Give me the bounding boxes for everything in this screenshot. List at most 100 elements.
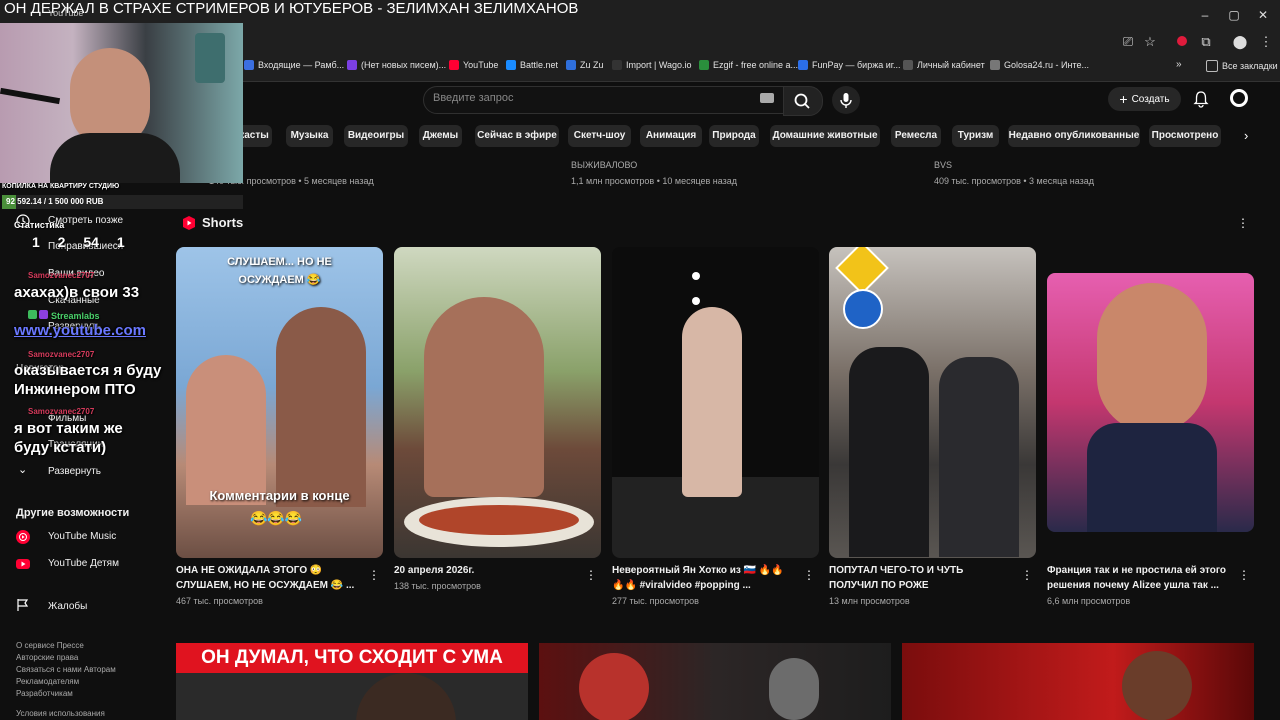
close-window-icon[interactable]: ✕ [1254,6,1272,24]
chat-link[interactable]: www.youtube.com [14,322,146,339]
bookmark-favicon-icon [798,60,808,70]
voice-search-button[interactable] [832,86,860,114]
stream-title: ОН ДЕРЖАЛ В СТРАХЕ СТРИМЕРОВ И ЮТУБЕРОВ … [4,0,579,17]
video-channel[interactable]: BVS [934,160,952,170]
sidebar-expand-button[interactable]: Развернуть [48,466,101,477]
bookmark-label: Ezgif - free online a... [713,60,799,70]
video-stats: 409 тыс. просмотров • 3 месяца назад [934,176,1095,186]
filter-chip[interactable]: Видеоигры [344,125,408,147]
bookmark-item[interactable]: Ezgif - free online a... [699,60,798,70]
cast-icon[interactable]: ⎚ [1120,34,1136,50]
short-title[interactable]: 20 апреля 2026г. [394,563,574,578]
account-avatar[interactable] [1230,89,1248,107]
road-sign [835,247,889,295]
more-options-icon[interactable]: ⋮ [803,568,815,582]
filter-chip[interactable]: Природа [709,125,759,147]
extension-badge-icon[interactable] [1174,34,1190,50]
short-views: 13 млн просмотров [829,596,910,606]
keyboard-icon[interactable] [760,93,774,103]
sidebar-item-youtube-music[interactable]: YouTube Music [48,531,116,542]
short-title[interactable]: Невероятный Ян Хотко из 🇸🇮 🔥🔥 🔥🔥 #viralv… [612,563,792,593]
search-button[interactable] [783,86,823,116]
footer-link[interactable]: О сервисе Прессе [16,641,84,650]
filter-chip[interactable]: Джемы [419,125,462,147]
shorts-icon [183,216,195,230]
folder-icon [1206,60,1218,72]
short-title[interactable]: ПОПУТАЛ ЧЕГО-ТО И ЧУТЬ ПОЛУЧИЛ ПО РОЖЕ [829,563,1009,593]
notifications-bell-icon[interactable] [1192,90,1210,108]
bookmark-favicon-icon [449,60,459,70]
video-channel[interactable]: ВЫЖИВАЛОВО [571,160,637,170]
short-views: 6,6 млн просмотров [1047,596,1131,606]
face-shape [1122,651,1192,720]
filter-chip[interactable]: Ремесла [891,125,941,147]
person-figure [356,673,456,720]
video-thumbnail[interactable] [539,643,891,720]
filter-chip[interactable]: Музыка [286,125,333,147]
more-options-icon[interactable]: ⋮ [1238,568,1250,582]
bookmark-label: Golosa24.ru - Инте... [1004,60,1089,70]
profile-icon[interactable]: ⬤ [1232,34,1248,50]
bookmarks-overflow-icon[interactable]: » [1176,59,1182,70]
video-thumbnail[interactable] [902,643,1254,720]
filter-chip[interactable]: Анимация [640,125,702,147]
maximize-icon[interactable]: ▢ [1225,6,1243,24]
more-options-icon[interactable]: ⋮ [368,568,380,582]
chat-bot-name: Streamlabs [28,310,100,321]
bookmark-item[interactable]: Import | Wago.io [612,60,692,70]
puzzle-icon[interactable]: ⧉ [1198,34,1214,50]
more-options-icon[interactable]: ⋮ [1021,568,1033,582]
short-thumbnail[interactable] [612,247,819,558]
bookmark-item[interactable]: (Нет новых писем)... [347,60,446,70]
minimize-icon[interactable]: – [1196,6,1214,24]
bookmark-item[interactable]: Входящие — Рамб... [244,60,344,70]
bookmark-favicon-icon [612,60,622,70]
footer-link[interactable]: Условия использования [16,709,105,718]
sidebar-section-heading: Другие возможности [16,507,130,519]
chat-username: Samozvanec2707 [28,350,95,359]
footer-link[interactable]: Авторские права [16,653,78,662]
short-views: 138 тыс. просмотров [394,581,481,591]
short-thumbnail[interactable]: СЛУШАЕМ... НО НЕ ОСУЖДАЕМ 😂 Комментарии … [176,247,383,558]
filter-chip[interactable]: Скетч-шоу [568,125,631,147]
filter-chip[interactable]: Сейчас в эфире [475,125,559,147]
filter-chip[interactable]: Недавно опубликованные [1008,125,1140,147]
bookmark-item[interactable]: FunPay — биржа иг... [798,60,900,70]
filter-chip[interactable]: Просмотрено [1149,125,1221,147]
star-icon[interactable]: ☆ [1142,34,1158,50]
create-button[interactable]: + Создать [1108,87,1181,111]
stats-label: Статистика [14,220,65,230]
footer-link[interactable]: Рекламодателям [16,677,79,686]
short-thumbnail[interactable] [1047,273,1254,532]
bookmark-favicon-icon [244,60,254,70]
sidebar-item-youtube-kids[interactable]: YouTube Детям [48,558,119,569]
short-thumbnail[interactable] [394,247,601,558]
search-input[interactable]: Введите запрос [433,92,513,104]
filter-chip[interactable]: Домашние животные [770,125,880,147]
short-title[interactable]: Франция так и не простила ей этого решен… [1047,563,1227,593]
bookmark-item[interactable]: Zu Zu [566,60,604,70]
menu-dots-icon[interactable]: ⋮ [1258,34,1274,50]
dancer-figure [682,307,742,497]
filter-chip[interactable]: Туризм [952,125,999,147]
bookmark-item[interactable]: Battle.net [506,60,558,70]
bookmark-favicon-icon [903,60,913,70]
more-options-icon[interactable]: ⋮ [585,568,597,582]
short-views: 277 тыс. просмотров [612,596,699,606]
bookmark-label: Zu Zu [580,60,604,70]
sidebar-item-report[interactable]: Жалобы [48,601,87,612]
all-bookmarks-link[interactable]: Все закладки [1206,60,1278,72]
chevron-right-icon[interactable]: › [1244,128,1248,143]
footer-link[interactable]: Разработчикам [16,689,73,698]
bookmark-favicon-icon [347,60,357,70]
footer-link[interactable]: Связаться с нами Авторам [16,665,116,674]
short-thumbnail[interactable] [829,247,1036,558]
video-thumbnail[interactable]: ОН ДУМАЛ, ЧТО СХОДИТ С УМА [176,643,528,720]
short-title[interactable]: ОНА НЕ ОЖИДАЛА ЭТОГО 😳 СЛУШАЕМ, НО НЕ ОС… [176,563,356,593]
bookmark-item[interactable]: YouTube [449,60,498,70]
bookmark-item[interactable]: Личный кабинет [903,60,985,70]
soup-shape [419,505,579,535]
more-options-icon[interactable]: ⋮ [1237,216,1249,230]
bookmark-item[interactable]: Golosa24.ru - Инте... [990,60,1089,70]
thumbnail-emoji: 😂😂😂 [250,510,303,526]
